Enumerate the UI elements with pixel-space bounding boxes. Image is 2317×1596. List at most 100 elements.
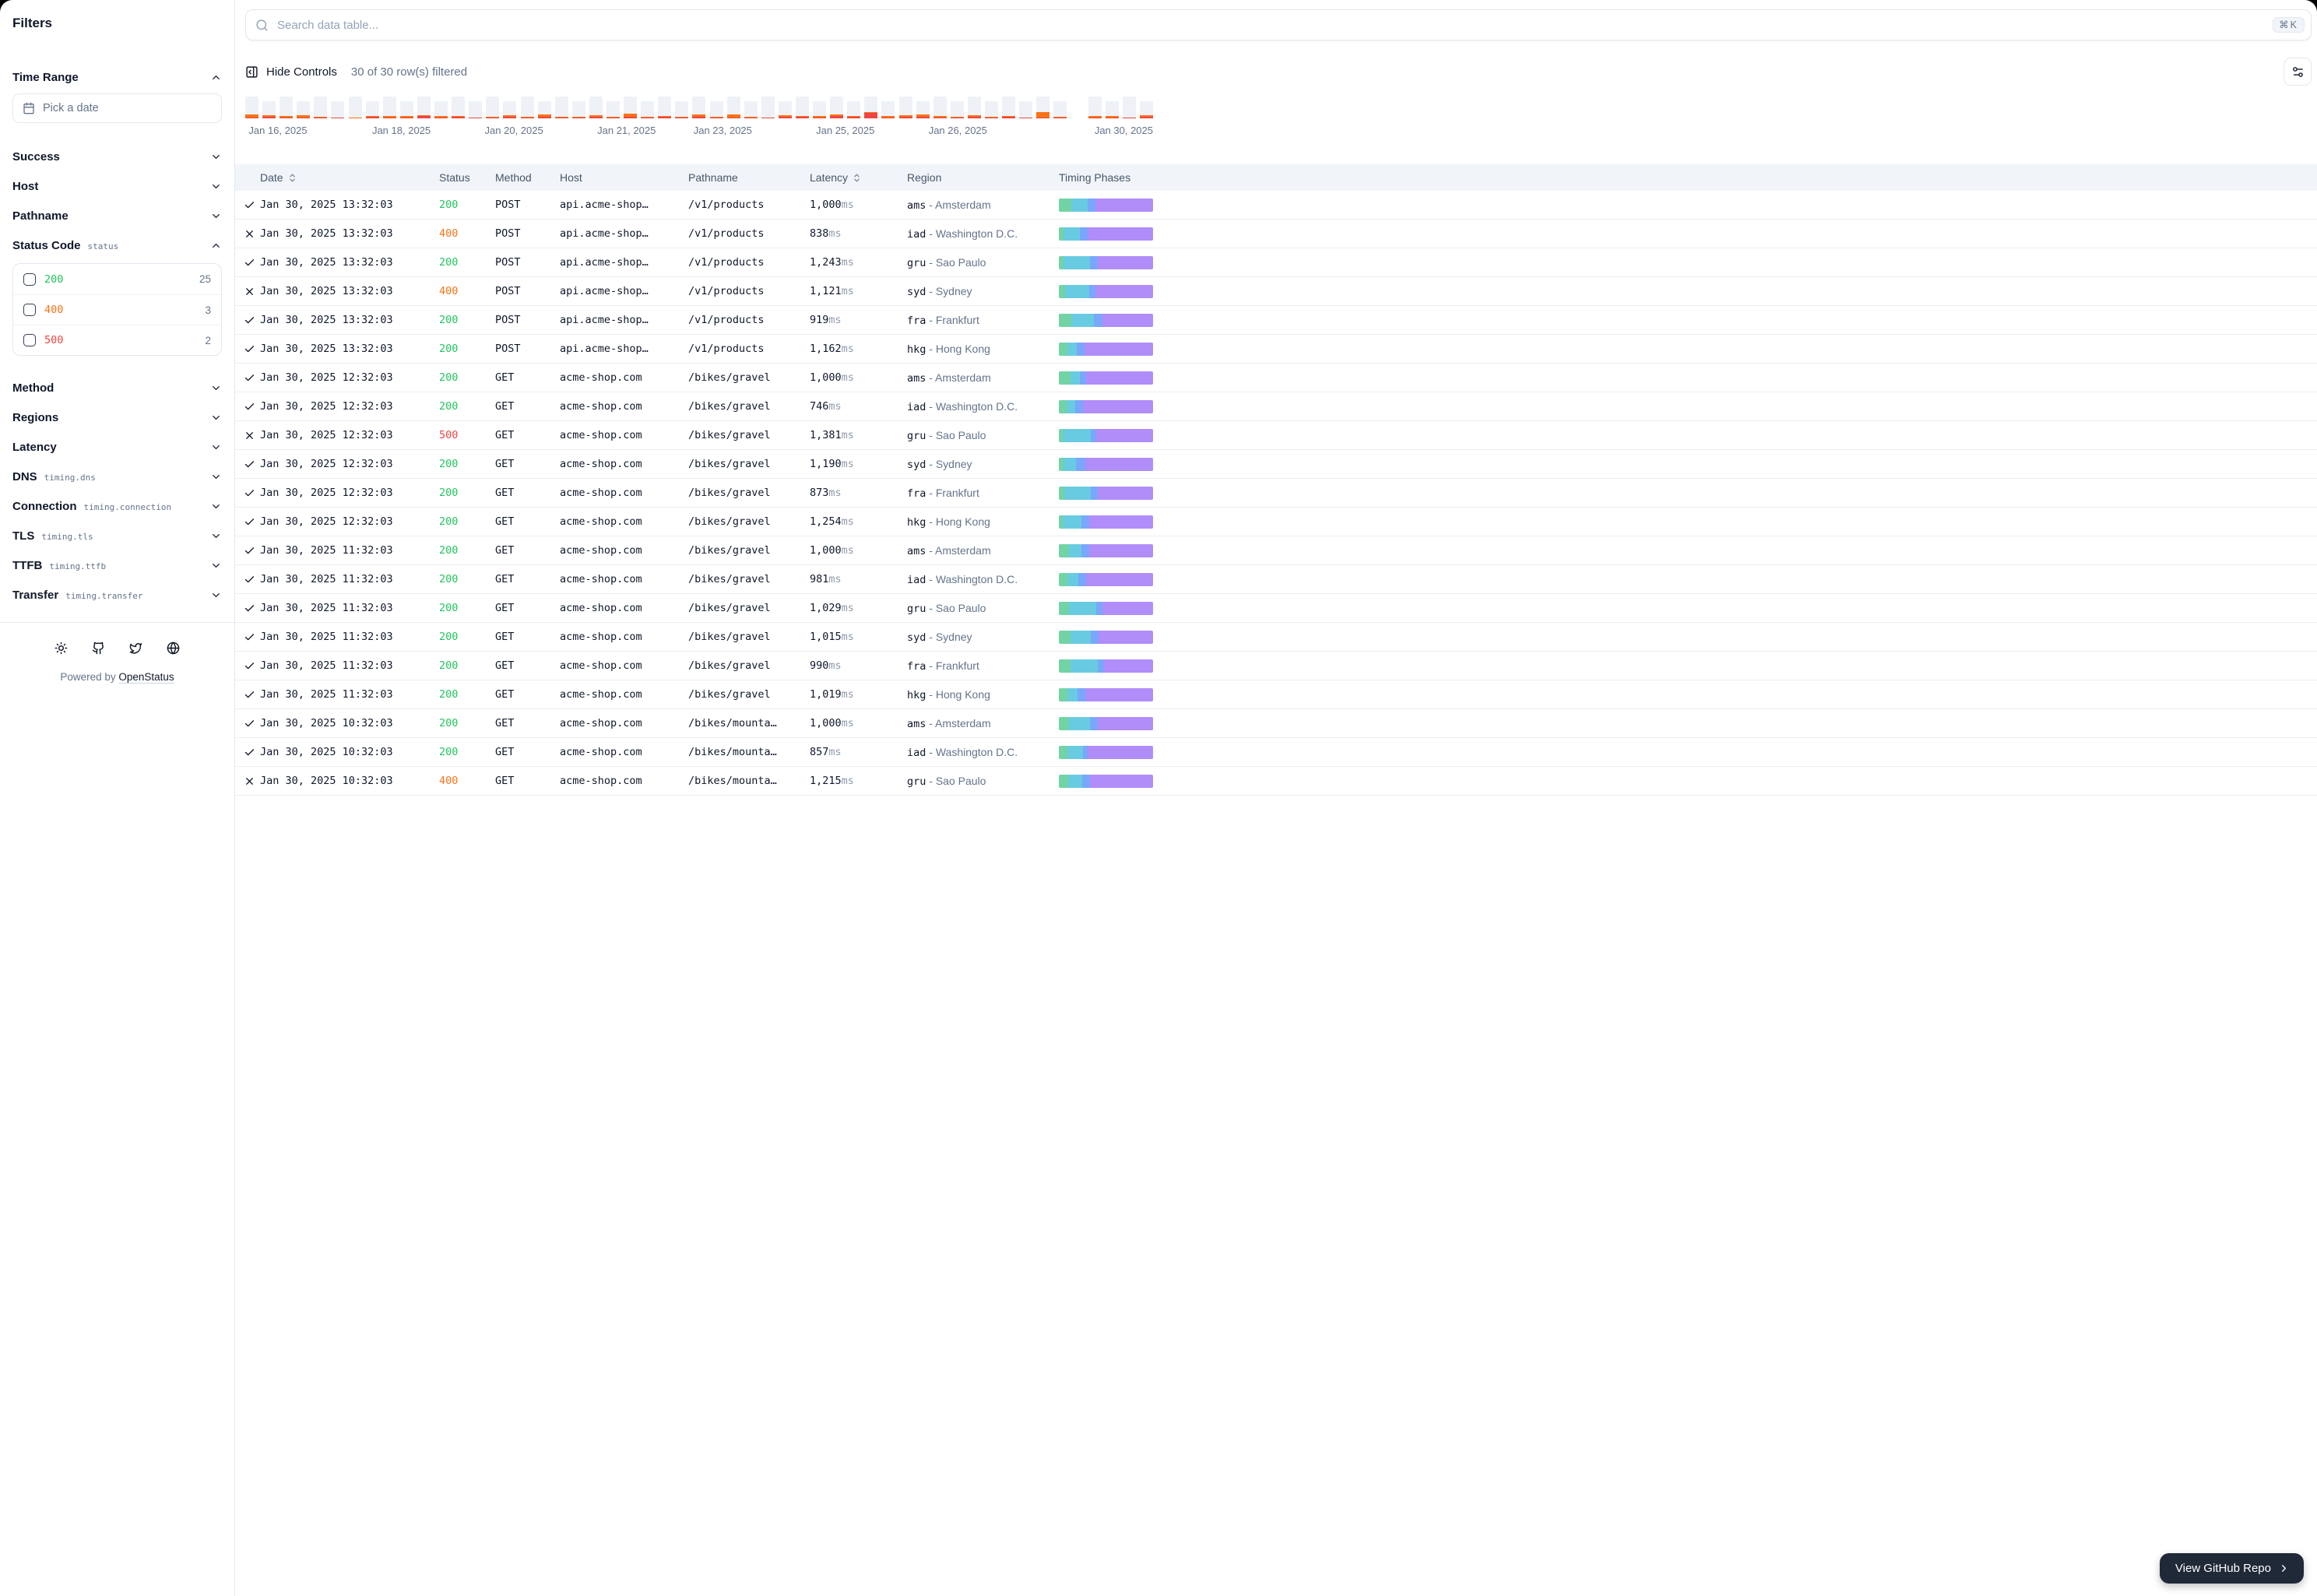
timeline-bar[interactable]: [366, 101, 379, 118]
checkbox[interactable]: [23, 273, 36, 286]
date-picker[interactable]: Pick a date: [12, 93, 222, 123]
hide-controls-button[interactable]: Hide Controls: [245, 65, 337, 79]
filter-section-transfer[interactable]: Transfer timing.transfer: [12, 580, 222, 610]
table-row[interactable]: Jan 30, 2025 11:32:03 200 GET acme-shop.…: [235, 652, 2317, 680]
table-row[interactable]: Jan 30, 2025 12:32:03 200 GET acme-shop.…: [235, 364, 2317, 392]
table-row[interactable]: Jan 30, 2025 12:32:03 500 GET acme-shop.…: [235, 421, 2317, 450]
filter-section-success[interactable]: Success: [12, 142, 222, 171]
filter-section-dns[interactable]: DNS timing.dns: [12, 462, 222, 491]
timeline-bar[interactable]: [675, 101, 688, 118]
timeline-bar[interactable]: [245, 97, 258, 118]
timeline-bar[interactable]: [779, 101, 792, 118]
timeline-bar[interactable]: [761, 97, 775, 118]
timeline-bar[interactable]: [349, 97, 362, 118]
timeline-bar[interactable]: [486, 97, 499, 118]
timeline-bar[interactable]: [1002, 97, 1015, 118]
timeline-bar[interactable]: [951, 101, 964, 118]
timeline-bar[interactable]: [796, 97, 809, 118]
checkbox[interactable]: [23, 334, 36, 346]
table-row[interactable]: Jan 30, 2025 10:32:03 200 GET acme-shop.…: [235, 738, 2317, 767]
timeline-bar[interactable]: [297, 101, 310, 118]
timeline-bar[interactable]: [624, 97, 637, 118]
table-row[interactable]: Jan 30, 2025 11:32:03 200 GET acme-shop.…: [235, 680, 2317, 709]
filter-section-ttfb[interactable]: TTFB timing.ttfb: [12, 550, 222, 580]
timeline-bar[interactable]: [572, 101, 585, 118]
filter-section-regions[interactable]: Regions: [12, 403, 222, 432]
table-row[interactable]: Jan 30, 2025 13:32:03 400 POST api.acme-…: [235, 220, 2317, 248]
timeline-bar[interactable]: [692, 97, 705, 118]
timeline-bar[interactable]: [710, 101, 723, 118]
filter-section-connection[interactable]: Connection timing.connection: [12, 491, 222, 521]
timeline-bar[interactable]: [968, 97, 981, 118]
timeline-bar[interactable]: [280, 97, 293, 118]
timeline-bar[interactable]: [881, 101, 895, 118]
globe-icon[interactable]: [167, 642, 180, 655]
table-row[interactable]: Jan 30, 2025 11:32:03 200 GET acme-shop.…: [235, 594, 2317, 623]
checkbox[interactable]: [23, 304, 36, 316]
timeline-bar[interactable]: [434, 101, 448, 118]
column-header-date[interactable]: Date: [260, 171, 439, 184]
timeline-chart[interactable]: Jan 16, 2025Jan 18, 2025Jan 20, 2025Jan …: [245, 95, 1153, 139]
sun-icon[interactable]: [54, 642, 68, 655]
table-row[interactable]: Jan 30, 2025 12:32:03 200 GET acme-shop.…: [235, 479, 2317, 508]
filter-section-host[interactable]: Host: [12, 171, 222, 201]
timeline-bar[interactable]: [417, 97, 431, 118]
timeline-bar[interactable]: [1053, 101, 1067, 118]
table-row[interactable]: Jan 30, 2025 12:32:03 200 GET acme-shop.…: [235, 392, 2317, 421]
table-row[interactable]: Jan 30, 2025 12:32:03 200 GET acme-shop.…: [235, 450, 2317, 479]
table-row[interactable]: Jan 30, 2025 13:32:03 200 POST api.acme-…: [235, 248, 2317, 277]
table-row[interactable]: Jan 30, 2025 11:32:03 200 GET acme-shop.…: [235, 565, 2317, 594]
view-github-repo-button[interactable]: View GitHub Repo: [2160, 1553, 2304, 1584]
timeline-bar[interactable]: [521, 97, 534, 118]
timeline-bar[interactable]: [641, 101, 654, 118]
timeline-bar[interactable]: [314, 97, 327, 118]
table-row[interactable]: Jan 30, 2025 12:32:03 200 GET acme-shop.…: [235, 508, 2317, 536]
filter-section-latency[interactable]: Latency: [12, 432, 222, 462]
table-row[interactable]: Jan 30, 2025 10:32:03 200 GET acme-shop.…: [235, 709, 2317, 738]
status-option-200[interactable]: 200 25: [13, 264, 221, 294]
table-row[interactable]: Jan 30, 2025 13:32:03 200 POST api.acme-…: [235, 335, 2317, 364]
status-option-400[interactable]: 400 3: [13, 294, 221, 325]
search-input[interactable]: [276, 18, 2266, 33]
timeline-bar[interactable]: [1123, 97, 1136, 118]
table-row[interactable]: Jan 30, 2025 13:32:03 200 POST api.acme-…: [235, 191, 2317, 220]
timeline-bar[interactable]: [400, 101, 413, 118]
timeline-bar[interactable]: [469, 101, 482, 118]
timeline-bar[interactable]: [555, 97, 568, 118]
timeline-bar[interactable]: [383, 97, 396, 118]
timeline-bar[interactable]: [1088, 97, 1102, 118]
timeline-bar[interactable]: [262, 101, 276, 118]
timeline-bar[interactable]: [606, 101, 620, 118]
column-header-latency[interactable]: Latency: [810, 171, 907, 184]
table-row[interactable]: Jan 30, 2025 10:32:03 400 GET acme-shop.…: [235, 767, 2317, 796]
timeline-bar[interactable]: [899, 97, 912, 118]
table-row[interactable]: Jan 30, 2025 11:32:03 200 GET acme-shop.…: [235, 623, 2317, 652]
timeline-bar[interactable]: [331, 101, 344, 118]
timeline-bar[interactable]: [658, 97, 671, 118]
filter-section-tls[interactable]: TLS timing.tls: [12, 521, 222, 550]
timeline-bar[interactable]: [916, 101, 930, 118]
timeline-bar[interactable]: [538, 101, 551, 118]
filter-section-method[interactable]: Method: [12, 373, 222, 403]
twitter-icon[interactable]: [129, 642, 142, 655]
view-settings-button[interactable]: [2284, 58, 2312, 86]
table-row[interactable]: Jan 30, 2025 13:32:03 200 POST api.acme-…: [235, 306, 2317, 335]
timeline-bar[interactable]: [847, 101, 860, 118]
timeline-bar[interactable]: [589, 97, 603, 118]
timeline-bar[interactable]: [985, 101, 998, 118]
timeline-bar[interactable]: [1036, 97, 1050, 118]
timeline-bar[interactable]: [727, 97, 740, 118]
github-icon[interactable]: [92, 642, 105, 655]
timeline-bar[interactable]: [864, 97, 877, 118]
timeline-bar[interactable]: [830, 97, 843, 118]
table-row[interactable]: Jan 30, 2025 11:32:03 200 GET acme-shop.…: [235, 536, 2317, 565]
table-row[interactable]: Jan 30, 2025 13:32:03 400 POST api.acme-…: [235, 277, 2317, 306]
timeline-bar[interactable]: [813, 101, 826, 118]
timeline-bar[interactable]: [503, 101, 516, 118]
openstatus-link[interactable]: OpenStatus: [118, 671, 174, 683]
timeline-bar[interactable]: [933, 97, 947, 118]
timeline-bar[interactable]: [744, 101, 758, 118]
timeline-bar[interactable]: [1140, 101, 1153, 118]
filter-section-status-code[interactable]: Status Code status: [12, 230, 222, 260]
timeline-bar[interactable]: [1106, 101, 1119, 118]
